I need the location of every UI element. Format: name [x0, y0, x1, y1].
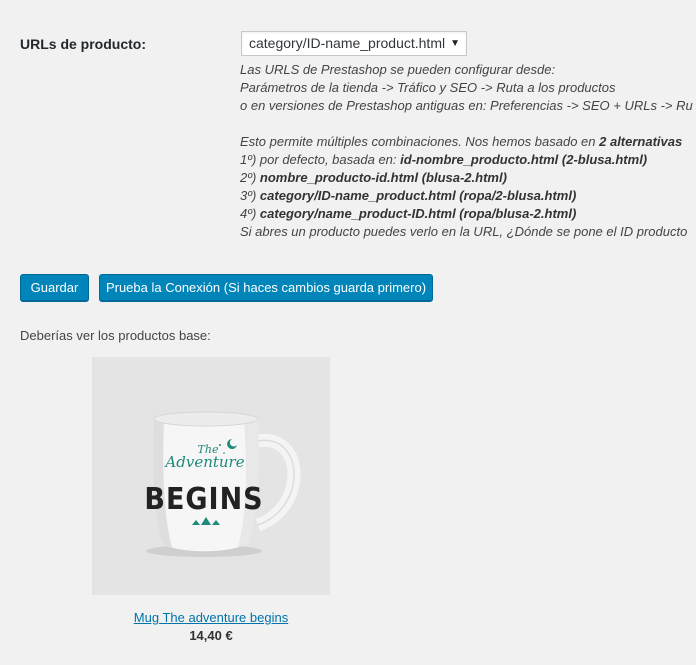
- test-connection-button[interactable]: Prueba la Conexión (Si haces cambios gua…: [99, 274, 433, 302]
- desc-line: Esto permite múltiples combinaciones. No…: [240, 134, 683, 149]
- desc-line: 1º) por defecto, basada en: id-nombre_pr…: [240, 152, 648, 167]
- product-price: 14,40 €: [189, 628, 233, 643]
- desc-line: 3º) category/ID-name_product.html (ropa/…: [240, 188, 577, 203]
- desc-line: Parámetros de la tienda -> Tráfico y SEO…: [240, 80, 616, 95]
- product-image[interactable]: The Adventure BEGINS: [92, 357, 330, 595]
- url-description: Las URLS de Prestashop se pueden configu…: [240, 61, 696, 241]
- mug-text-mid: Adventure: [163, 453, 244, 471]
- desc-line: 4º) category/name_product-ID.html (ropa/…: [240, 206, 577, 221]
- mug-text-bottom: BEGINS: [144, 482, 263, 517]
- desc-line: 2º) nombre_producto-id.html (blusa-2.htm…: [240, 170, 507, 185]
- url-format-select-value: category/ID-name_product.html: [249, 35, 446, 51]
- product-link[interactable]: Mug The adventure begins: [92, 610, 330, 625]
- products-heading: Deberías ver los productos base:: [20, 328, 211, 343]
- urls-field-label: URLs de producto:: [20, 36, 146, 52]
- url-format-select[interactable]: category/ID-name_product.html ▼: [241, 31, 467, 56]
- chevron-down-icon: ▼: [450, 38, 460, 49]
- desc-line: Las URLS de Prestashop se pueden configu…: [240, 62, 556, 77]
- desc-line: Si abres un producto puedes verlo en la …: [240, 224, 688, 239]
- save-button[interactable]: Guardar: [20, 274, 89, 302]
- desc-line: o en versiones de Prestashop antiguas en…: [240, 98, 693, 113]
- mug-image: The Adventure BEGINS: [92, 357, 330, 595]
